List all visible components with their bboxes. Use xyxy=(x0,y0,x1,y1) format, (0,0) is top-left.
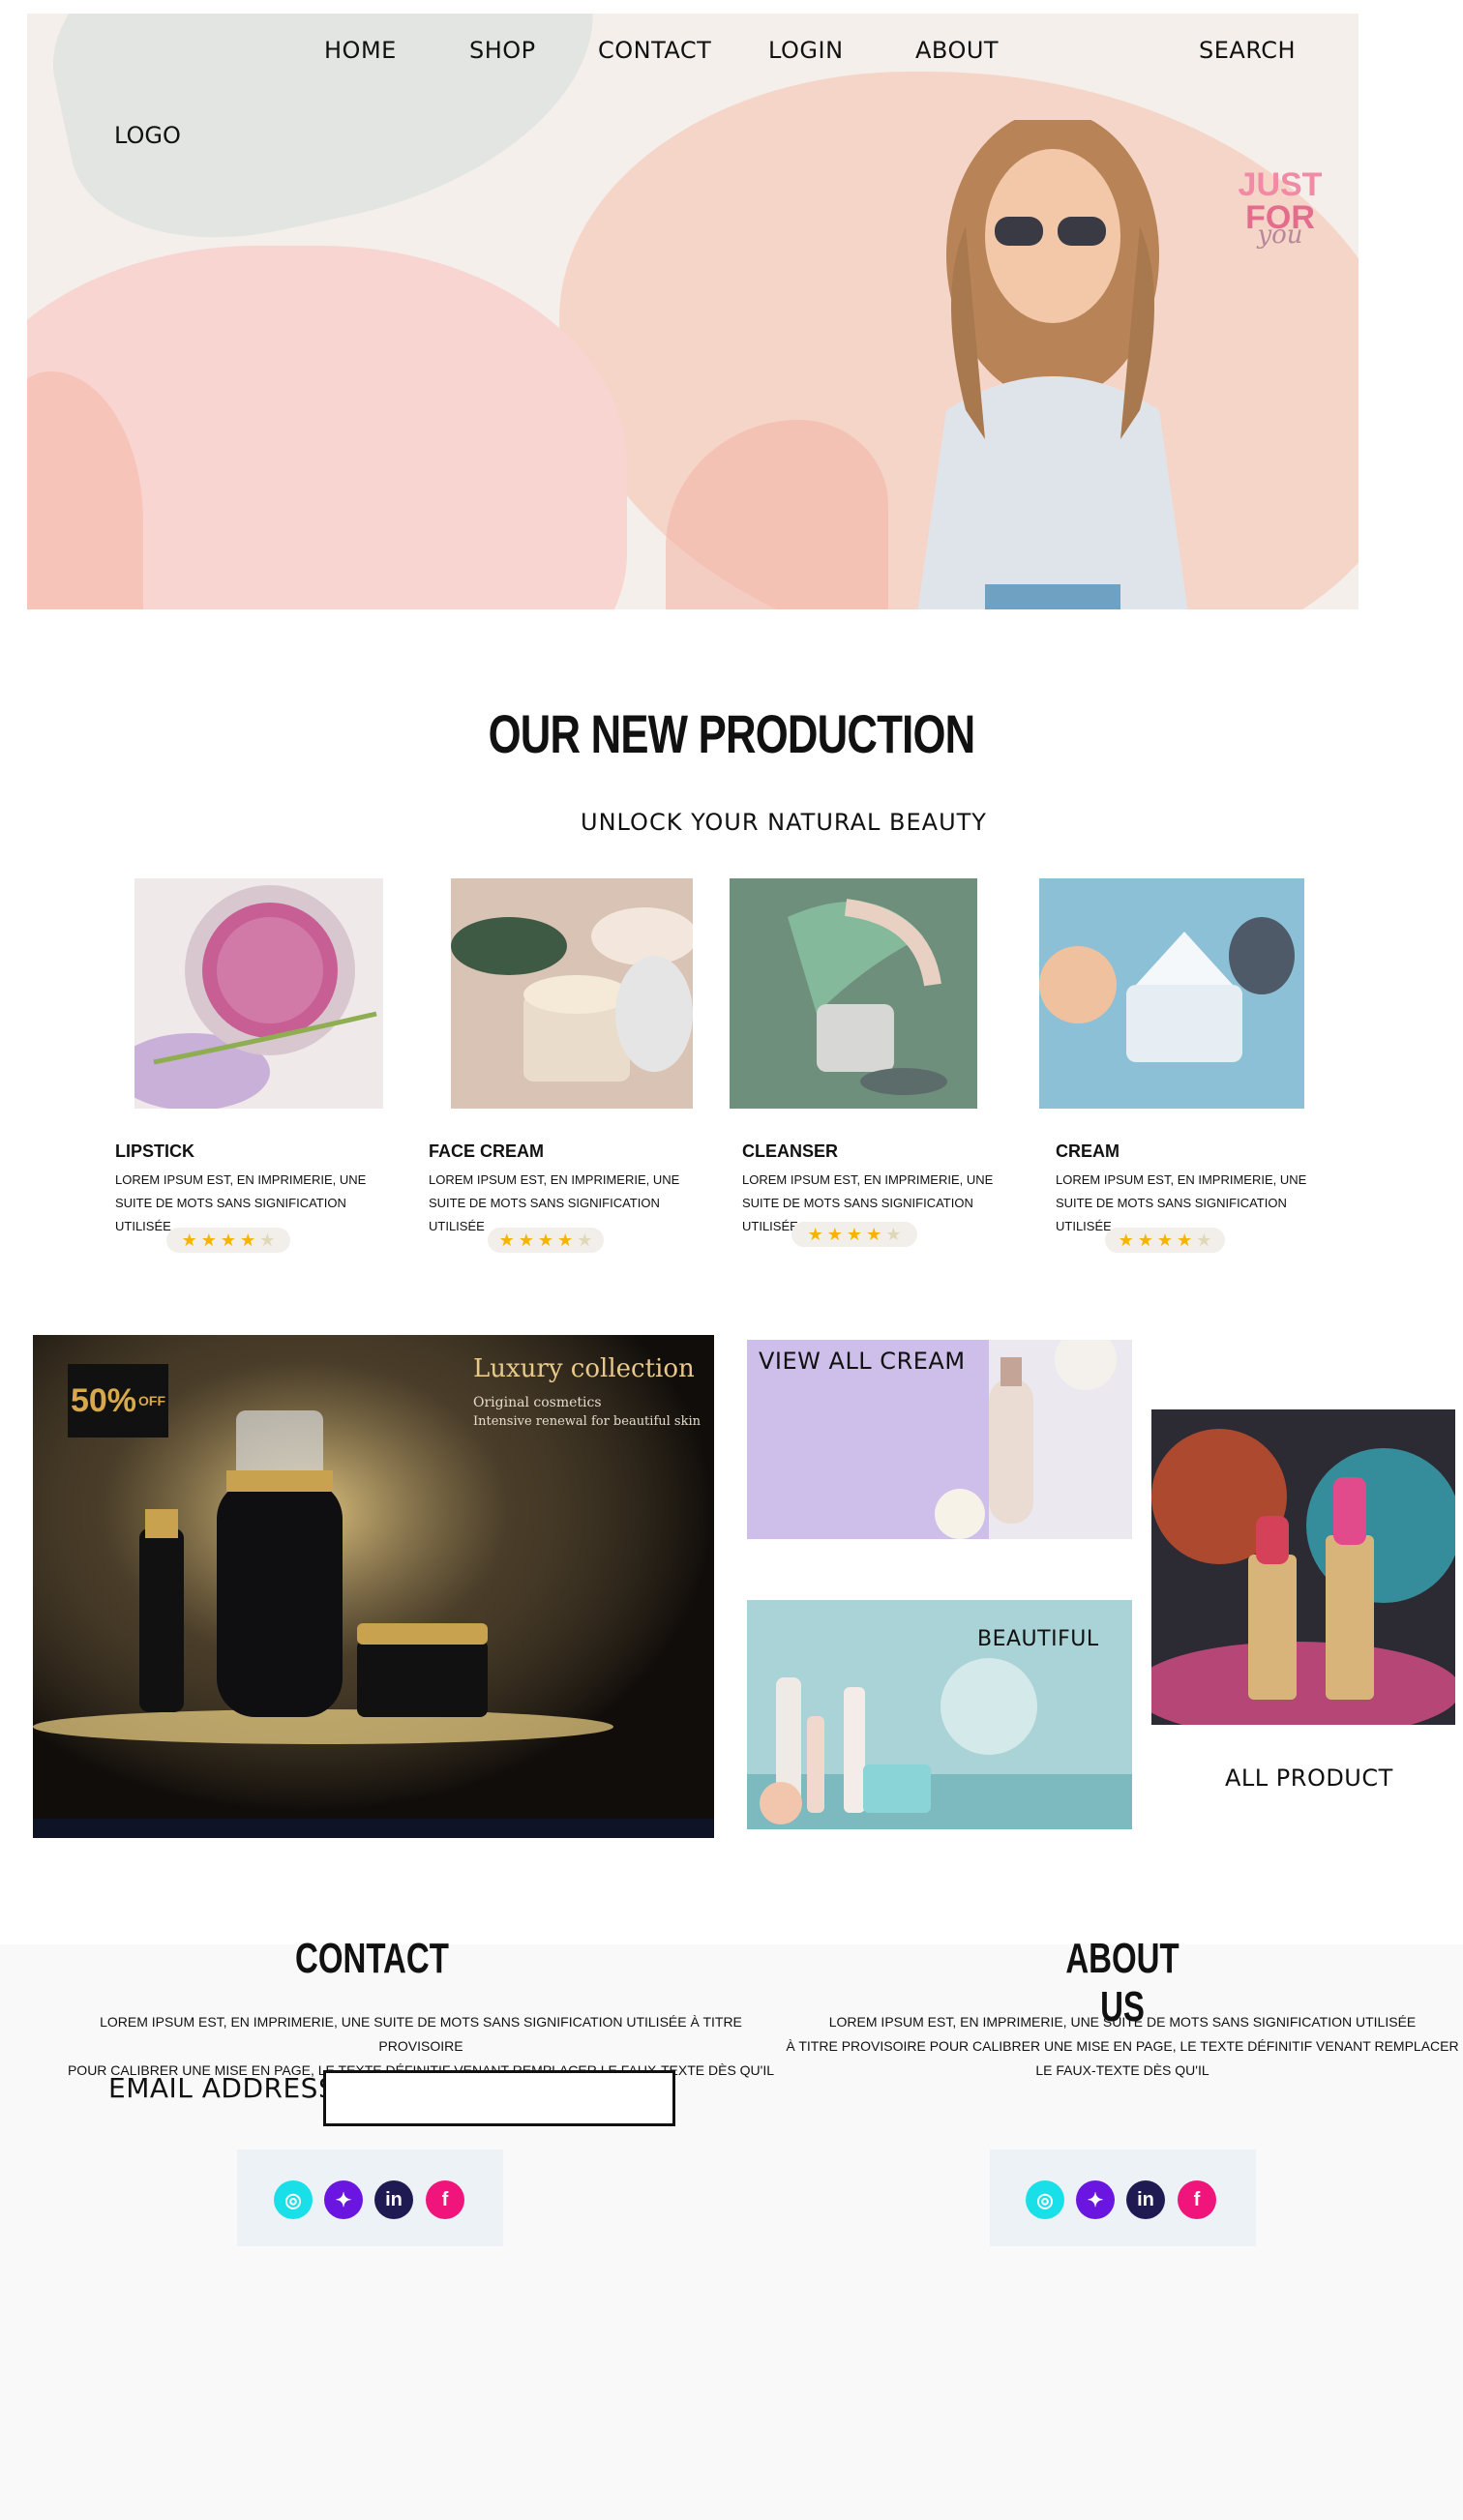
nav-home[interactable]: HOME xyxy=(324,37,397,64)
star-filled-icon: ★ xyxy=(807,1224,823,1245)
product-image-face-cream[interactable] xyxy=(451,878,693,1109)
product-rating: ★ ★ ★ ★ ★ xyxy=(166,1228,290,1253)
star-filled-icon: ★ xyxy=(537,1230,554,1251)
luxury-collection-banner[interactable]: 50% OFF Luxury collection Original cosme… xyxy=(33,1335,714,1838)
model-photo xyxy=(917,120,1188,609)
twitter-icon[interactable]: ✦ xyxy=(324,2180,363,2219)
product-name[interactable]: CLEANSER xyxy=(742,1141,838,1162)
nav-login[interactable]: LOGIN xyxy=(768,37,844,64)
instagram-icon[interactable]: ◎ xyxy=(274,2180,313,2219)
email-label: EMAIL ADDRESS xyxy=(108,2072,337,2104)
linkedin-icon[interactable]: in xyxy=(374,2180,413,2219)
star-filled-icon: ★ xyxy=(1137,1230,1153,1251)
twitter-icon[interactable]: ✦ xyxy=(1076,2180,1115,2219)
star-filled-icon: ★ xyxy=(181,1230,197,1251)
all-product-link[interactable]: ALL PRODUCT xyxy=(1225,1764,1393,1792)
star-filled-icon: ★ xyxy=(1177,1230,1193,1251)
star-filled-icon: ★ xyxy=(498,1230,515,1251)
discount-suffix: OFF xyxy=(138,1393,166,1408)
star-filled-icon: ★ xyxy=(846,1224,863,1245)
badge-line1: JUST xyxy=(1238,166,1323,203)
product-rating: ★ ★ ★ ★ ★ xyxy=(791,1222,917,1247)
nav-contact[interactable]: CONTACT xyxy=(598,37,711,64)
star-filled-icon: ★ xyxy=(1156,1230,1174,1251)
discount-badge: 50% OFF xyxy=(68,1364,168,1438)
product-image-cleanser[interactable] xyxy=(730,878,977,1109)
nav-shop[interactable]: SHOP xyxy=(469,37,536,64)
linkedin-icon[interactable]: in xyxy=(1126,2180,1165,2219)
section-title-products: OUR NEW PRODUCTION xyxy=(488,703,976,764)
just-for-you-badge: JUST FOR you xyxy=(1237,168,1324,252)
star-filled-icon: ★ xyxy=(826,1224,843,1245)
star-filled-icon: ★ xyxy=(220,1230,237,1251)
logo[interactable]: LOGO xyxy=(114,122,181,149)
about-text-line1: LOREM IPSUM EST, EN IMPRIMERIE, UNE SUIT… xyxy=(828,2014,1417,2030)
product-rating: ★ ★ ★ ★ ★ xyxy=(488,1228,604,1253)
hero-banner: JUST FOR you HOME SHOP CONTACT LOGIN ABO… xyxy=(27,14,1358,609)
facebook-icon[interactable]: f xyxy=(1178,2180,1216,2219)
product-image-lipstick[interactable] xyxy=(134,878,383,1109)
beautiful-card[interactable]: BEAUTIFUL xyxy=(747,1600,1132,1829)
facebook-icon[interactable]: f xyxy=(426,2180,464,2219)
all-product-image[interactable] xyxy=(1151,1409,1455,1725)
star-empty-icon: ★ xyxy=(885,1224,902,1245)
star-filled-icon: ★ xyxy=(200,1230,217,1251)
product-name[interactable]: LIPSTICK xyxy=(115,1141,194,1162)
star-empty-icon: ★ xyxy=(259,1230,276,1251)
star-filled-icon: ★ xyxy=(518,1230,534,1251)
luxury-subtitle-2: Intensive renewal for beautiful skin xyxy=(473,1414,701,1429)
product-name[interactable]: CREAM xyxy=(1056,1141,1120,1162)
instagram-icon[interactable]: ◎ xyxy=(1026,2180,1064,2219)
product-name[interactable]: FACE CREAM xyxy=(429,1141,544,1162)
contact-text-line1: LOREM IPSUM EST, EN IMPRIMERIE, UNE SUIT… xyxy=(100,2014,742,2054)
luxury-title: Luxury collection xyxy=(473,1354,695,1383)
nav-search[interactable]: SEARCH xyxy=(1199,37,1296,64)
discount-value: 50% xyxy=(70,1381,137,1419)
star-empty-icon: ★ xyxy=(1196,1230,1212,1251)
about-text-line2: À TITRE PROVISOIRE POUR CALIBRER UNE MIS… xyxy=(786,2038,1459,2054)
product-image-cream[interactable] xyxy=(1039,878,1304,1109)
product-rating: ★ ★ ★ ★ ★ xyxy=(1105,1228,1225,1253)
star-filled-icon: ★ xyxy=(1118,1230,1134,1251)
section-subtitle: UNLOCK YOUR NATURAL BEAUTY xyxy=(581,809,987,836)
about-text: LOREM IPSUM EST, EN IMPRIMERIE, UNE SUIT… xyxy=(784,2010,1461,2083)
beautiful-label[interactable]: BEAUTIFUL xyxy=(977,1627,1099,1651)
nav-about[interactable]: ABOUT xyxy=(915,37,999,64)
luxury-subtitle-1: Original cosmetics xyxy=(473,1395,602,1410)
star-filled-icon: ★ xyxy=(240,1230,256,1251)
view-all-cream-card[interactable]: VIEW ALL CREAM xyxy=(747,1340,1132,1539)
view-all-cream-link[interactable]: VIEW ALL CREAM xyxy=(759,1348,966,1375)
about-text-line3: LE FAUX-TEXTE DÈS QU'IL xyxy=(1035,2062,1209,2078)
star-filled-icon: ★ xyxy=(866,1224,882,1245)
star-empty-icon: ★ xyxy=(577,1230,593,1251)
contact-title: CONTACT xyxy=(295,1935,449,1982)
email-field[interactable] xyxy=(323,2070,675,2126)
star-filled-icon: ★ xyxy=(557,1230,574,1251)
